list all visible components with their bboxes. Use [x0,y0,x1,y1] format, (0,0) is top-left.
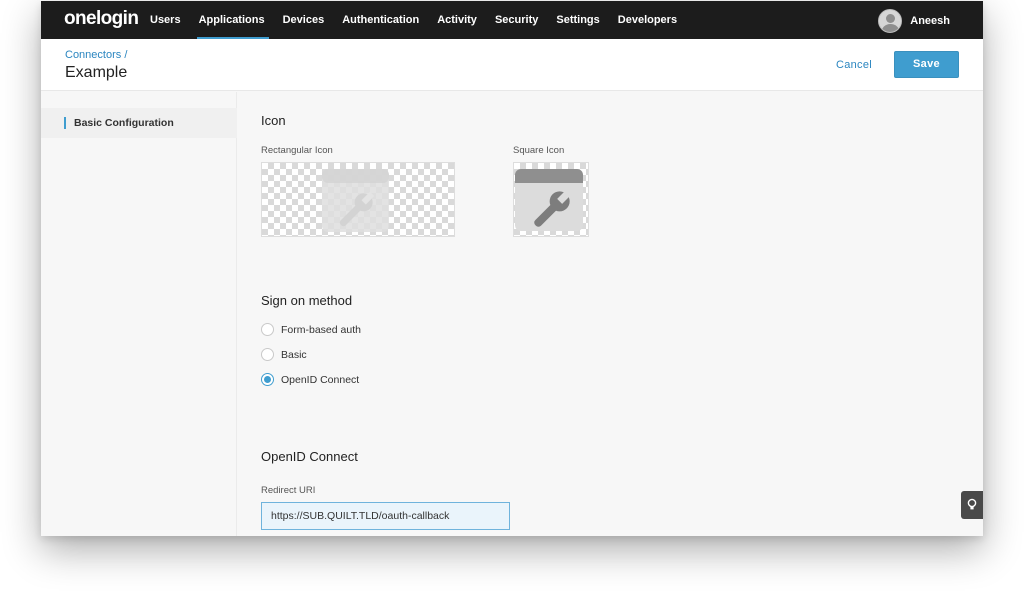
radio-label: Form-based auth [281,323,361,336]
sidebar-item-basic-configuration[interactable]: Basic Configuration [41,108,237,138]
sidebar-item-label: Basic Configuration [74,117,174,129]
rectangular-icon-label: Rectangular Icon [261,145,333,156]
redirect-uri-label: Redirect URI [261,485,316,496]
save-button[interactable]: Save [894,51,959,78]
redirect-uri-input[interactable] [261,502,510,530]
help-button[interactable] [961,491,983,519]
cancel-button[interactable]: Cancel [830,52,878,78]
nav-item-authentication[interactable]: Authentication [342,1,419,39]
radio-openid-connect[interactable]: OpenID Connect [261,373,359,386]
lightbulb-icon [967,498,977,510]
page-title: Example [65,64,128,81]
user-menu[interactable]: Aneesh [878,9,950,33]
square-icon-upload[interactable] [513,162,589,237]
nav-item-devices[interactable]: Devices [283,1,325,39]
radio-label: OpenID Connect [281,373,360,386]
radio-button[interactable] [261,323,274,336]
square-icon-label: Square Icon [513,145,565,156]
nav-item-developers[interactable]: Developers [618,1,677,39]
radio-button-selected[interactable] [261,373,274,386]
breadcrumb: Connectors / [65,49,127,61]
main-content: Icon Rectangular Icon Square Icon Sign o… [238,92,983,536]
radio-form-based-auth[interactable]: Form-based auth [261,323,361,336]
nav-item-settings[interactable]: Settings [556,1,599,39]
radio-label: Basic [281,348,307,361]
wrench-icon [515,169,583,231]
sidebar: Basic Configuration [41,92,237,536]
wrench-icon [322,169,389,232]
avatar-icon[interactable] [878,9,903,33]
user-name[interactable]: Aneesh [910,15,950,27]
radio-basic[interactable]: Basic [261,348,307,361]
oidc-section-title: OpenID Connect [261,449,358,464]
sign-on-section-title: Sign on method [261,293,353,308]
breadcrumb-connectors-link[interactable]: Connectors [65,49,121,61]
brand-logo[interactable]: onelogin [64,8,139,30]
nav-item-activity[interactable]: Activity [437,1,477,39]
nav-menu: Users Applications Devices Authenticatio… [150,1,695,39]
icon-section-title: Icon [261,113,286,128]
page-header: Connectors / Example Cancel Save [41,39,983,91]
rectangular-icon-upload[interactable] [261,162,455,237]
radio-button[interactable] [261,348,274,361]
app-window: onelogin Users Applications Devices Auth… [41,1,983,536]
nav-item-security[interactable]: Security [495,1,538,39]
active-indicator [64,117,66,129]
nav-item-users[interactable]: Users [150,1,181,39]
breadcrumb-separator: / [124,49,128,61]
nav-item-applications[interactable]: Applications [196,1,269,39]
top-nav: onelogin Users Applications Devices Auth… [41,1,983,39]
